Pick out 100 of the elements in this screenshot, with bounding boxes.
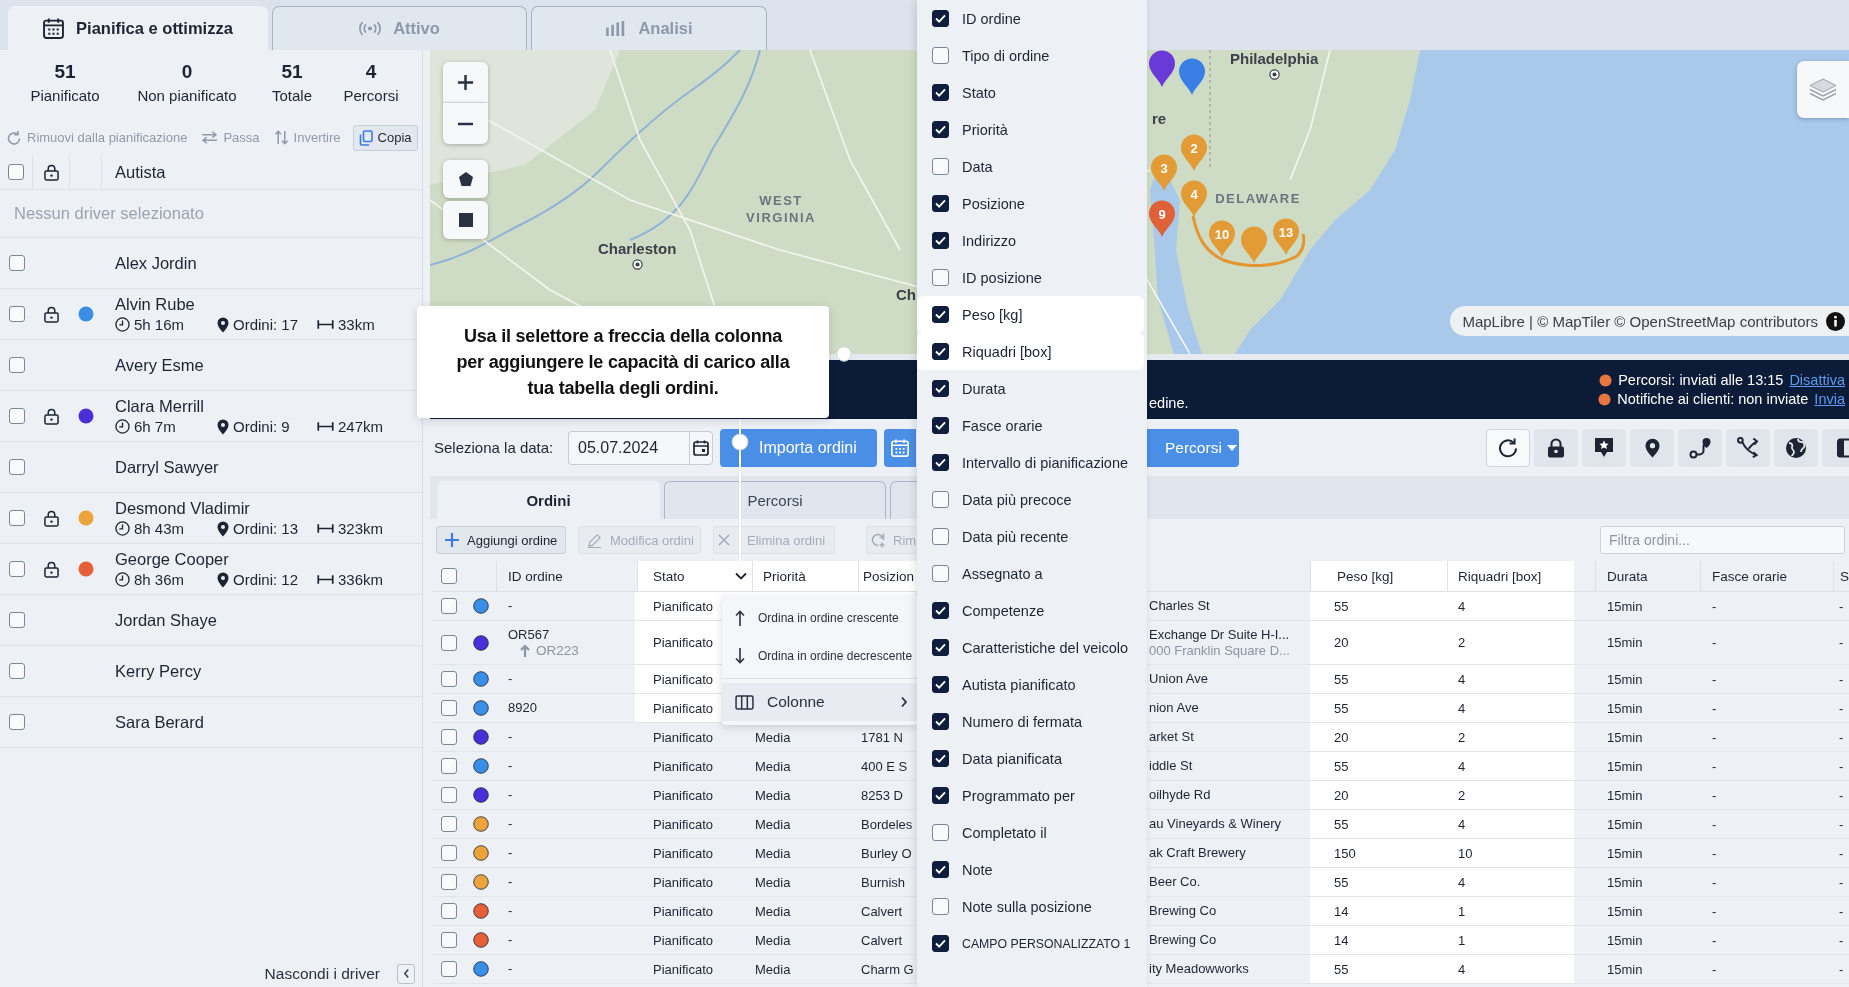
tab[interactable]: Ordini	[437, 481, 660, 519]
checkbox[interactable]	[932, 861, 949, 878]
menu-item[interactable]: Durata	[917, 370, 1144, 407]
checkbox[interactable]	[932, 343, 949, 360]
column-header[interactable]: Durata	[1595, 561, 1700, 591]
row-checkbox[interactable]	[441, 932, 457, 948]
menu-item[interactable]: Intervallo di pianificazione	[917, 444, 1144, 481]
checkbox[interactable]	[932, 602, 949, 619]
rectangle-tool-button[interactable]	[443, 201, 488, 239]
row-checkbox[interactable]	[441, 903, 457, 919]
info-icon[interactable]	[1826, 311, 1845, 331]
row-checkbox[interactable]	[441, 787, 457, 803]
row-checkbox[interactable]	[8, 357, 25, 373]
map-marker[interactable]	[1178, 58, 1206, 96]
menu-item[interactable]: Note sulla posizione	[917, 888, 1144, 925]
add-order-button[interactable]: Aggiungi ordine	[436, 526, 566, 554]
menu-item[interactable]: Competenze	[917, 592, 1144, 629]
menu-item[interactable]: Autista pianificato	[917, 666, 1144, 703]
menu-item[interactable]: Assegnato a	[917, 555, 1144, 592]
row-checkbox[interactable]	[441, 671, 457, 687]
row-checkbox[interactable]	[441, 845, 457, 861]
polygon-tool-button[interactable]	[443, 160, 488, 198]
tab[interactable]: Pianifica e ottimizza	[8, 6, 268, 50]
row-checkbox[interactable]	[441, 598, 457, 614]
row-checkbox[interactable]	[441, 729, 457, 745]
column-header[interactable]: Riquadri [box]	[1447, 561, 1574, 591]
menu-item[interactable]: Ordina in ordine crescente	[722, 599, 917, 637]
row-checkbox[interactable]	[8, 306, 25, 322]
row-checkbox[interactable]	[441, 700, 457, 716]
column-header[interactable]: Posizion	[858, 561, 917, 591]
row-checkbox[interactable]	[8, 663, 25, 679]
checkbox[interactable]	[932, 269, 949, 286]
map-marker[interactable]	[1148, 50, 1176, 88]
note-button[interactable]	[1582, 428, 1626, 467]
column-header[interactable]: Fasce orarie	[1700, 561, 1833, 591]
menu-item[interactable]: Ordina in ordine decrescente	[722, 637, 917, 675]
checkbox[interactable]	[932, 84, 949, 101]
row-checkbox[interactable]	[8, 561, 25, 577]
checkbox[interactable]	[932, 935, 949, 952]
status-link[interactable]: Invia	[1814, 391, 1845, 407]
menu-item[interactable]: Peso [kg]	[917, 296, 1144, 333]
row-checkbox[interactable]	[8, 459, 25, 475]
menu-item[interactable]: Data più recente	[917, 518, 1144, 555]
filter-field[interactable]: Filtra ordini...	[1600, 526, 1845, 554]
calendar-button[interactable]	[689, 430, 713, 465]
split-route-button[interactable]	[1726, 428, 1770, 467]
row-checkbox[interactable]	[441, 758, 457, 774]
checkbox[interactable]	[932, 10, 949, 27]
checkbox[interactable]	[932, 676, 949, 693]
route-button[interactable]	[1678, 428, 1722, 467]
checkbox[interactable]	[932, 232, 949, 249]
padlock-icon[interactable]	[44, 560, 59, 578]
row-checkbox[interactable]	[441, 634, 457, 651]
status-link[interactable]: Disattiva	[1789, 372, 1845, 388]
checkbox[interactable]	[932, 898, 949, 915]
checkbox[interactable]	[932, 121, 949, 138]
row-checkbox[interactable]	[441, 816, 457, 832]
collapse-button[interactable]	[397, 963, 415, 984]
copy-button[interactable]: Copia	[352, 124, 418, 151]
checkbox[interactable]	[932, 565, 949, 582]
menu-item[interactable]: Data pianificata	[917, 740, 1144, 777]
checkbox[interactable]	[932, 47, 949, 64]
refresh-button[interactable]	[1486, 428, 1530, 467]
column-header[interactable]: Priorità	[752, 561, 858, 591]
globe-button[interactable]	[1774, 428, 1818, 467]
map-marker[interactable]: 9	[1148, 200, 1176, 238]
checkbox[interactable]	[932, 491, 949, 508]
menu-item[interactable]: ID ordine	[917, 0, 1144, 37]
row-checkbox[interactable]	[8, 612, 25, 628]
menu-item[interactable]: Indirizzo	[917, 222, 1144, 259]
pin-button[interactable]	[1630, 428, 1674, 467]
menu-item[interactable]: Priorità	[917, 111, 1144, 148]
map-marker[interactable]	[1240, 226, 1268, 264]
padlock-icon[interactable]	[44, 305, 59, 323]
checkbox[interactable]	[932, 195, 949, 212]
menu-item[interactable]: Data	[917, 148, 1144, 185]
column-header[interactable]: Peso [kg]	[1310, 561, 1447, 591]
checkbox[interactable]	[932, 417, 949, 434]
menu-item[interactable]: Stato	[917, 74, 1144, 111]
checkbox[interactable]	[932, 158, 949, 175]
lock-button[interactable]	[1534, 428, 1578, 467]
column-header[interactable]: ID ordine	[496, 561, 637, 591]
row-checkbox[interactable]	[8, 714, 25, 730]
row-checkbox[interactable]	[8, 255, 25, 271]
menu-item[interactable]: Programmato per	[917, 777, 1144, 814]
tab[interactable]: Percorsi	[664, 481, 886, 519]
checkbox[interactable]	[932, 824, 949, 841]
layers-button[interactable]	[1797, 61, 1849, 118]
checkbox[interactable]	[932, 306, 949, 323]
checkbox[interactable]	[932, 713, 949, 730]
checkbox[interactable]	[932, 528, 949, 545]
row-checkbox[interactable]	[8, 510, 25, 526]
panel-button[interactable]	[1822, 428, 1849, 467]
menu-item[interactable]: Data più precoce	[917, 481, 1144, 518]
menu-item[interactable]: Tipo di ordine	[917, 37, 1144, 74]
checkbox[interactable]	[932, 787, 949, 804]
select-all-checkbox[interactable]	[8, 164, 24, 180]
select-all-checkbox[interactable]	[441, 568, 457, 584]
padlock-icon[interactable]	[44, 407, 59, 425]
menu-item[interactable]: ID posizione	[917, 259, 1144, 296]
